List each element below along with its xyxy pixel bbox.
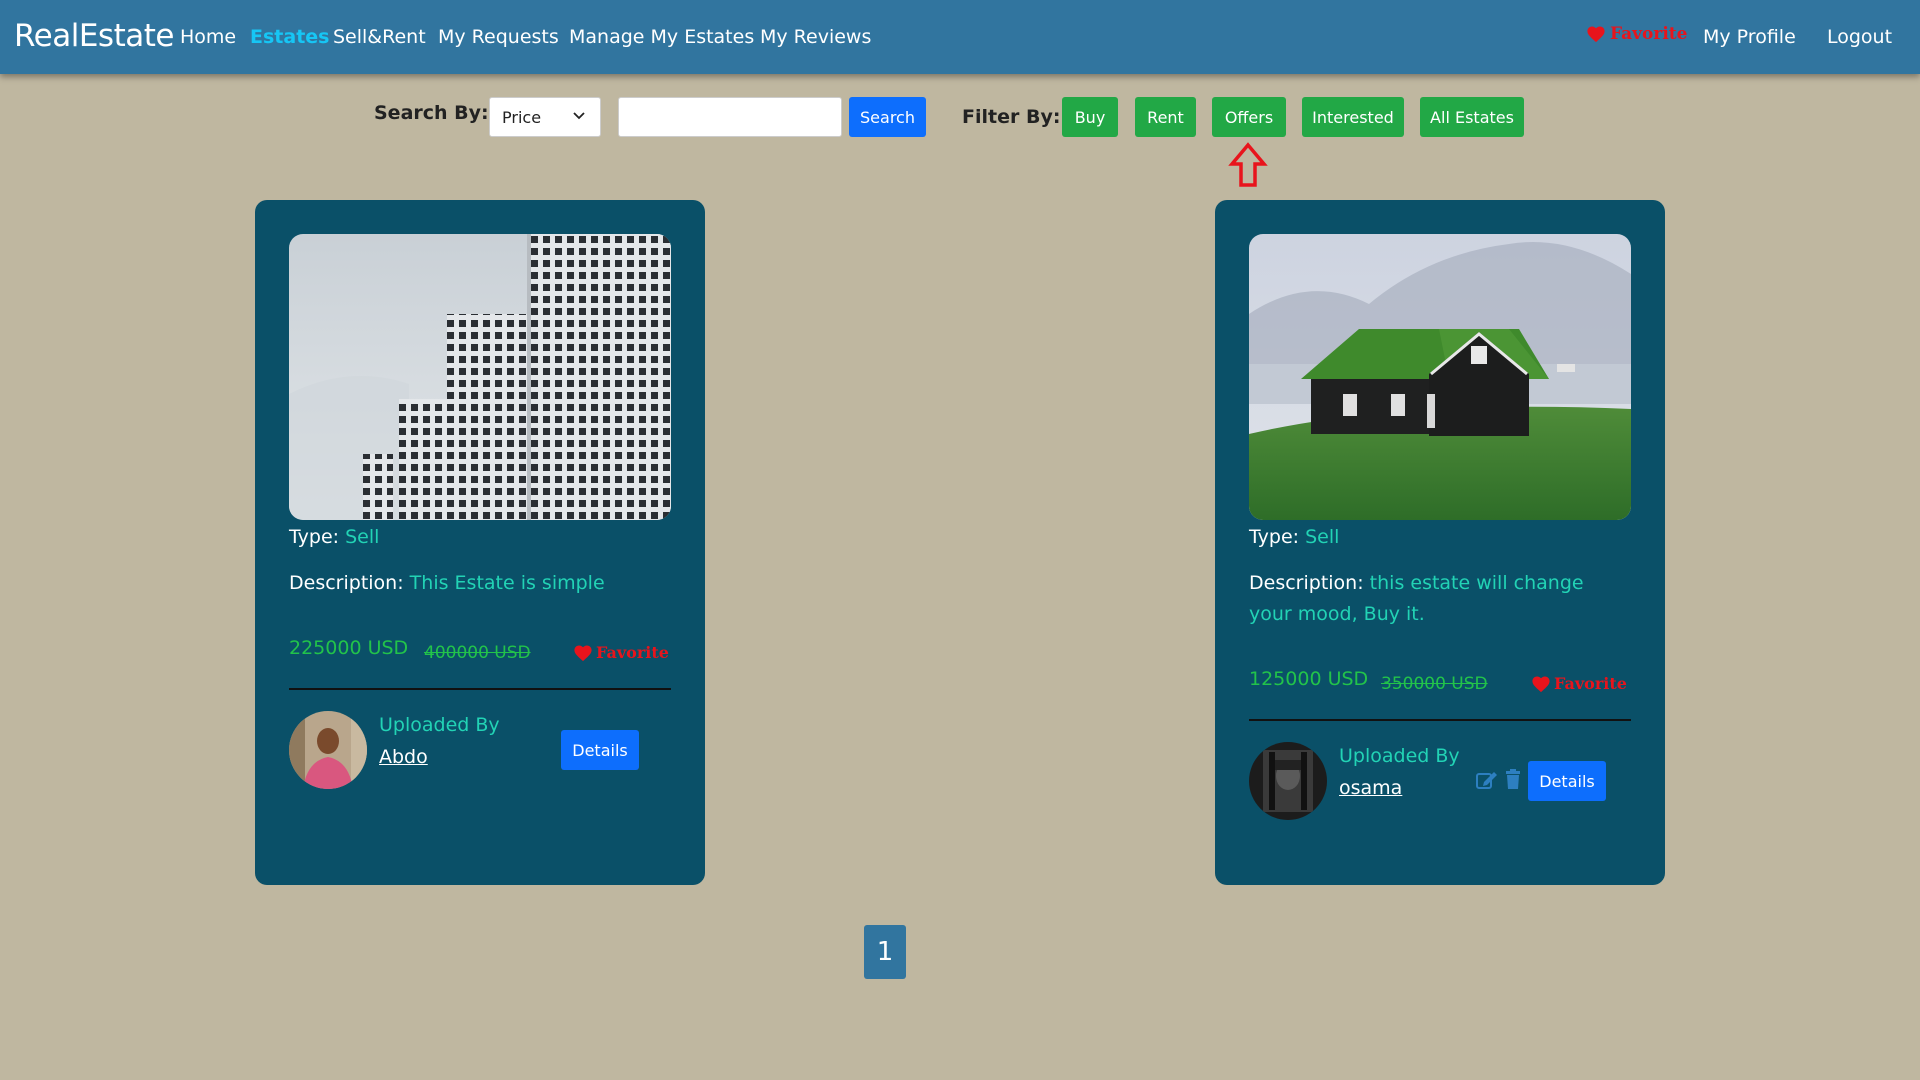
nav-link-my-requests[interactable]: My Requests bbox=[438, 26, 559, 48]
type-value: Sell bbox=[1305, 526, 1340, 548]
estate-type: Type: Sell bbox=[289, 526, 379, 548]
search-input[interactable] bbox=[618, 97, 842, 137]
pagination-page-1[interactable]: 1 bbox=[864, 925, 906, 979]
card-divider bbox=[289, 688, 671, 690]
navbar: RealEstate Home Estates Sell&Rent My Req… bbox=[0, 0, 1920, 74]
trash-icon[interactable] bbox=[1505, 769, 1521, 789]
apartment-building-picture bbox=[289, 234, 671, 520]
description-value: This Estate is simple bbox=[409, 572, 605, 594]
arrow-up-icon bbox=[1228, 142, 1268, 187]
filter-all-estates-button[interactable]: All Estates bbox=[1420, 97, 1524, 137]
details-button[interactable]: Details bbox=[561, 730, 639, 770]
estate-price: 125000 USD bbox=[1249, 668, 1369, 690]
nav-link-my-reviews[interactable]: My Reviews bbox=[760, 26, 871, 48]
description-label: Description: bbox=[289, 572, 404, 594]
filter-interested-button[interactable]: Interested bbox=[1302, 97, 1404, 137]
nav-favorite-link[interactable]: Favorite bbox=[1586, 24, 1687, 44]
search-by-selected: Price bbox=[502, 108, 542, 127]
nav-link-my-profile[interactable]: My Profile bbox=[1703, 26, 1796, 48]
favorite-button[interactable]: Favorite bbox=[573, 643, 669, 662]
uploader-photo bbox=[289, 711, 367, 789]
filter-by-label: Filter By: bbox=[962, 106, 1061, 128]
estate-card: Type: Sell Description: this estate will… bbox=[1215, 200, 1665, 885]
filter-offers-button[interactable]: Offers bbox=[1212, 97, 1286, 137]
filter-buy-button[interactable]: Buy bbox=[1062, 97, 1118, 137]
estate-description: Description: this estate will change you… bbox=[1249, 568, 1619, 630]
type-value: Sell bbox=[345, 526, 380, 548]
estate-type: Type: Sell bbox=[1249, 526, 1339, 548]
type-label: Type: bbox=[1249, 526, 1300, 548]
search-by-label: Search By: bbox=[374, 102, 489, 124]
nav-link-estates[interactable]: Estates bbox=[250, 26, 329, 48]
favorite-label: Favorite bbox=[596, 643, 669, 662]
favorite-button[interactable]: Favorite bbox=[1531, 674, 1627, 693]
uploaded-by-label: Uploaded By bbox=[1339, 745, 1460, 767]
type-label: Type: bbox=[289, 526, 340, 548]
favorite-label: Favorite bbox=[1554, 674, 1627, 693]
estate-old-price: 400000 USD bbox=[424, 643, 531, 663]
estate-price: 225000 USD bbox=[289, 637, 409, 659]
grass-roof-house-picture bbox=[1249, 234, 1631, 520]
uploader-photo bbox=[1249, 742, 1327, 820]
estate-description: Description: This Estate is simple bbox=[289, 568, 679, 599]
uploaded-by-label: Uploaded By bbox=[379, 714, 500, 736]
edit-icon[interactable] bbox=[1476, 770, 1498, 790]
estate-card: Type: Sell Description: This Estate is s… bbox=[255, 200, 705, 885]
nav-favorite-label: Favorite bbox=[1610, 24, 1688, 44]
estate-old-price: 350000 USD bbox=[1381, 674, 1488, 694]
estate-image-apartments[interactable] bbox=[289, 234, 671, 520]
search-button[interactable]: Search bbox=[849, 97, 926, 137]
uploader-name-link[interactable]: Abdo bbox=[379, 746, 428, 768]
filter-rent-button[interactable]: Rent bbox=[1135, 97, 1196, 137]
avatar[interactable] bbox=[1249, 742, 1327, 820]
chevron-down-icon bbox=[573, 112, 585, 120]
description-label: Description: bbox=[1249, 572, 1364, 594]
details-button[interactable]: Details bbox=[1528, 761, 1606, 801]
brand-logo[interactable]: RealEstate bbox=[14, 18, 174, 54]
nav-link-sell-rent[interactable]: Sell&Rent bbox=[333, 26, 426, 48]
avatar[interactable] bbox=[289, 711, 367, 789]
uploader-name-link[interactable]: osama bbox=[1339, 777, 1402, 799]
heart-icon bbox=[574, 644, 592, 661]
heart-icon bbox=[1587, 26, 1605, 43]
card-divider bbox=[1249, 719, 1631, 721]
nav-link-logout[interactable]: Logout bbox=[1827, 26, 1892, 48]
search-by-select[interactable]: Price bbox=[489, 97, 601, 137]
nav-link-home[interactable]: Home bbox=[180, 26, 236, 48]
heart-icon bbox=[1532, 675, 1550, 692]
nav-link-manage-estates[interactable]: Manage My Estates bbox=[569, 26, 754, 48]
estate-image-house[interactable] bbox=[1249, 234, 1631, 520]
